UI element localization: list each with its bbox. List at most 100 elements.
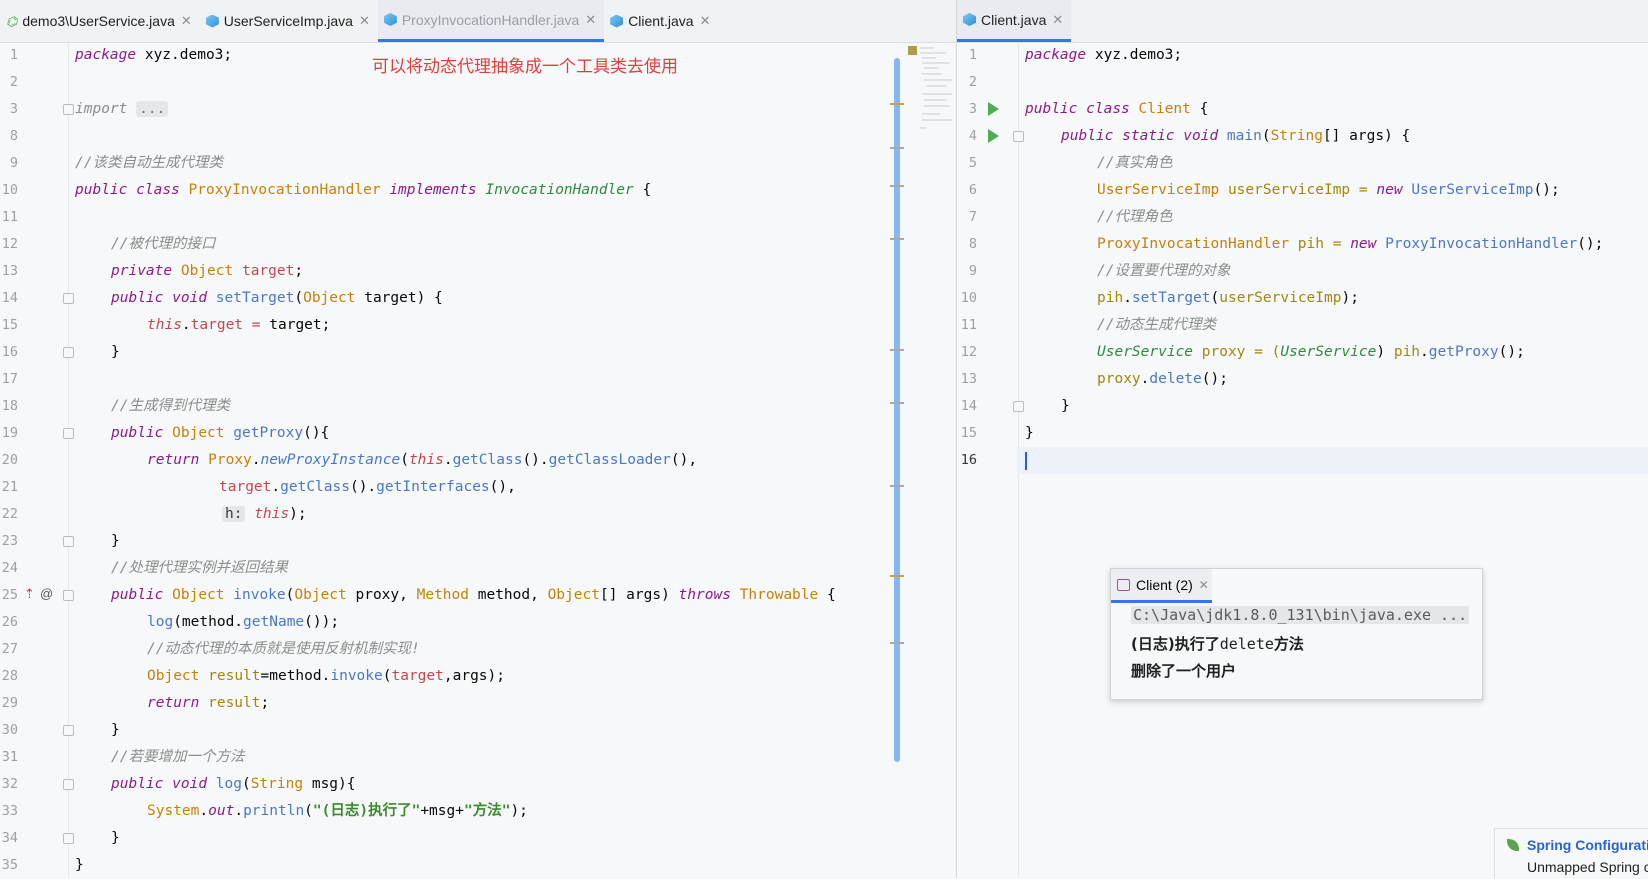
code-line: } (111, 830, 120, 846)
code-line: log(method.getName()); (147, 614, 340, 630)
right-editor-pane: Client.java ✕ 1 2 3 4 5 6 7 8 9 10 11 12… (957, 0, 1648, 878)
close-icon[interactable]: ✕ (1052, 12, 1063, 28)
left-tab-bar: ⌬ demo3\UserService.java ✕ UserServiceIm… (0, 0, 956, 43)
scroll-marker[interactable] (890, 147, 904, 149)
spring-leaf-icon (1507, 839, 1519, 851)
java-class-icon (383, 13, 397, 26)
override-annotation-icon[interactable]: @ (40, 586, 53, 601)
tab-label: Client.java (981, 11, 1047, 28)
scroll-marker[interactable] (890, 185, 904, 187)
scroll-marker[interactable] (890, 485, 904, 487)
code-line: } (75, 857, 84, 873)
fold-toggle-icon[interactable] (63, 293, 74, 304)
fold-toggle-icon[interactable] (63, 833, 74, 844)
code-line: public class ProxyInvocationHandler impl… (75, 182, 652, 198)
code-comment: //若要增加一个方法 (111, 749, 245, 765)
tab-userserviceimp[interactable]: UserServiceImp.java ✕ (200, 0, 378, 42)
tab-proxyinvocationhandler[interactable]: ProxyInvocationHandler.java ✕ (377, 0, 605, 42)
tab-userservice[interactable]: ⌬ demo3\UserService.java ✕ (0, 0, 200, 42)
code-line: return Proxy.newProxyInstance(this.getCl… (147, 452, 698, 468)
fold-toggle-icon[interactable] (63, 590, 74, 601)
code-line: import ... (75, 96, 169, 123)
interface-icon: ⌬ (6, 13, 18, 29)
run-tab-label: Client (2) (1136, 576, 1193, 593)
code-line: } (111, 722, 120, 738)
line-number: 2 (968, 74, 977, 90)
code-line: pih.setTarget(userServiceImp); (1097, 290, 1359, 306)
line-number: 11 (1, 209, 18, 225)
run-output-popup[interactable]: Client (2) ✕ C:\Java\jdk1.8.0_131\bin\ja… (1110, 568, 1483, 700)
scroll-marker[interactable] (890, 642, 904, 644)
notification-body: Unmapped Spring c (1527, 859, 1648, 875)
spring-notification[interactable]: Spring Configurati Unmapped Spring c (1494, 828, 1648, 879)
code-comment: //该类自动生成代理类 (75, 155, 223, 171)
code-line: public Object invoke(Object proxy, Metho… (111, 587, 836, 603)
line-number: 16 (960, 452, 977, 468)
code-line: } (111, 533, 120, 549)
warning-marker[interactable] (890, 103, 904, 105)
code-line: return result; (147, 695, 270, 711)
warning-marker[interactable] (890, 575, 904, 577)
code-line: proxy.delete(); (1097, 371, 1228, 387)
implement-method-icon[interactable]: ⇡ (24, 586, 35, 602)
fold-toggle-icon[interactable] (63, 725, 74, 736)
tab-client[interactable]: Client.java ✕ (957, 0, 1072, 42)
code-line: ProxyInvocationHandler pih = new ProxyIn… (1097, 236, 1604, 252)
import-fold: ... (136, 101, 169, 117)
code-line: public void setTarget(Object target) { (111, 290, 443, 306)
scroll-marker[interactable] (890, 238, 904, 240)
parameter-hint: h: (222, 506, 246, 522)
text-caret (1025, 452, 1027, 470)
tab-client[interactable]: Client.java ✕ (604, 0, 718, 42)
console-output-line: 删除了一个用户 (1131, 662, 1237, 680)
code-line: System.out.println("(日志)执行了"+msg+"方法"); (147, 803, 528, 819)
scroll-marker[interactable] (890, 402, 904, 404)
tab-label: Client.java (628, 13, 694, 29)
line-number: 8 (9, 128, 18, 144)
java-class-icon (610, 14, 624, 28)
code-line: package xyz.demo3; (75, 47, 233, 63)
fold-toggle-icon[interactable] (63, 347, 74, 358)
code-line: private Object target; (111, 263, 304, 279)
tab-label: ProxyInvocationHandler.java (401, 11, 580, 28)
fold-toggle-icon[interactable] (63, 779, 74, 790)
fold-toggle-icon[interactable] (63, 104, 74, 115)
line-number: 2 (9, 74, 18, 90)
code-comment: //代理角色 (1097, 209, 1173, 225)
code-editor-right[interactable]: 1 2 3 4 5 6 7 8 9 10 11 12 13 14 15 16 p… (957, 42, 1648, 878)
left-editor-pane: ⌬ demo3\UserService.java ✕ UserServiceIm… (0, 0, 957, 878)
code-line: } (111, 344, 120, 360)
code-comment: //动态生成代理类 (1097, 317, 1216, 333)
tab-label: demo3\UserService.java (22, 13, 175, 29)
close-icon[interactable]: ✕ (700, 13, 711, 29)
tab-label: UserServiceImp.java (223, 13, 353, 29)
right-tab-bar: Client.java ✕ (957, 0, 1648, 43)
code-comment: //生成得到代理类 (111, 398, 230, 414)
code-minimap[interactable] (906, 44, 956, 144)
close-icon[interactable]: ✕ (585, 12, 596, 28)
code-comment: //处理代理实例并返回结果 (111, 560, 288, 576)
code-comment: //真实角色 (1097, 155, 1173, 171)
vertical-scrollbar[interactable] (894, 58, 900, 762)
code-line: } (1061, 398, 1070, 414)
code-comment: //被代理的接口 (111, 236, 216, 252)
run-tab[interactable]: Client (2) ✕ (1111, 569, 1212, 603)
console-command-line: C:\Java\jdk1.8.0_131\bin\java.exe ... (1131, 606, 1470, 624)
close-icon[interactable]: ✕ (1199, 578, 1209, 592)
code-line: Object result=method.invoke(target,args)… (147, 668, 505, 684)
fold-toggle-icon[interactable] (63, 536, 74, 547)
code-line: package xyz.demo3; (1025, 47, 1183, 63)
code-line: public class Client { (1025, 101, 1209, 117)
code-line: public void log(String msg){ (111, 776, 356, 792)
code-line: this.target = target; (147, 317, 331, 333)
notification-title[interactable]: Spring Configurati (1527, 837, 1648, 853)
code-line: target.getClass().getInterfaces(), (219, 479, 516, 495)
java-class-icon (205, 14, 219, 28)
code-line: public static void main(String[] args) { (1061, 128, 1411, 144)
code-editor-left[interactable]: 1 2 3 8 9 10 11 12 13 14 15 16 17 18 19 … (0, 42, 956, 878)
close-icon[interactable]: ✕ (359, 13, 370, 29)
scroll-marker[interactable] (890, 349, 904, 351)
fold-toggle-icon[interactable] (63, 428, 74, 439)
annotation-note: 可以将动态代理抽象成一个工具类去使用 (372, 57, 678, 77)
close-icon[interactable]: ✕ (181, 13, 192, 29)
